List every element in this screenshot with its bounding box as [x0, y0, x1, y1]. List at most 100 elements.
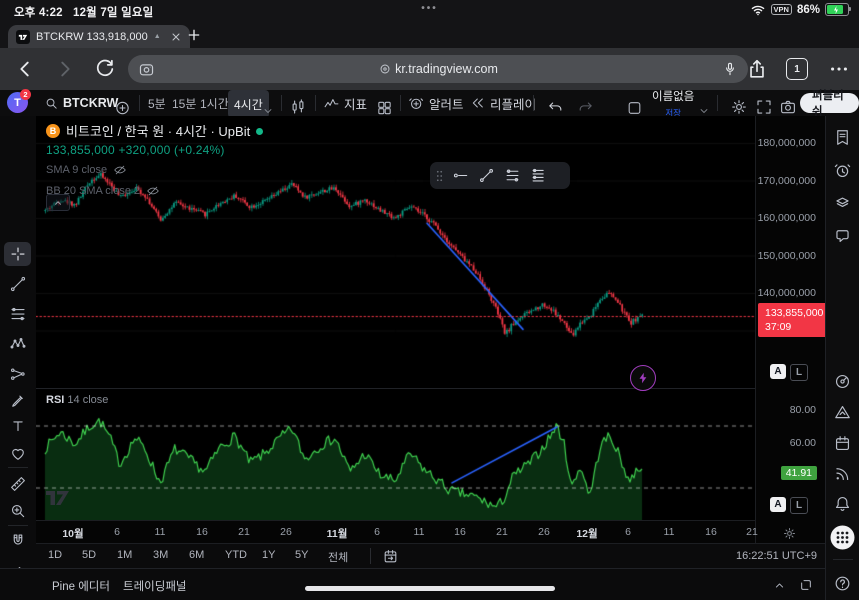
timeframe-15m[interactable]: 15분	[172, 90, 196, 116]
status-bar: 오후 4:22 12월 7일 일요일 ••• VPN 86%	[0, 0, 859, 22]
tab-switcher-icon[interactable]: 1	[786, 58, 808, 80]
pane-separator[interactable]	[36, 388, 825, 389]
share-icon[interactable]	[746, 58, 768, 80]
floating-favorites-toolbar[interactable]	[430, 162, 570, 189]
auto-scale-badge[interactable]: A	[770, 364, 786, 379]
trend-line-tool-icon[interactable]	[9, 275, 27, 293]
range-ytd[interactable]: YTD	[225, 549, 247, 561]
indicators-button[interactable]: 지표	[323, 90, 367, 116]
reload-icon[interactable]	[94, 58, 116, 80]
rsi-value-label: 41.91	[781, 466, 817, 480]
rsi-auto-scale-badge[interactable]: A	[770, 497, 786, 512]
url-text[interactable]: kr.tradingview.com	[155, 62, 722, 76]
notifications-bell-icon[interactable]	[833, 494, 852, 513]
lens-icon[interactable]	[138, 61, 155, 78]
replay-label: 리플레이	[490, 94, 536, 113]
voice-search-icon[interactable]	[722, 61, 738, 77]
bitcoin-icon: B	[46, 124, 60, 138]
price-axis[interactable]: 180,000,000 170,000,000 160,000,000 150,…	[755, 116, 826, 543]
omnibox[interactable]: kr.tradingview.com	[128, 55, 748, 83]
object-tree-layers-icon[interactable]	[833, 193, 852, 212]
go-to-date-icon[interactable]	[382, 548, 399, 565]
legend-collapse-button[interactable]	[46, 194, 70, 211]
replay-icon	[470, 95, 486, 111]
avatar[interactable]: T 2	[7, 92, 28, 113]
zoom-in-tool-icon[interactable]	[9, 502, 27, 520]
clock-timezone[interactable]: 16:22:51 UTC+9	[736, 550, 817, 562]
timeframe-5m[interactable]: 5분	[148, 90, 166, 116]
log-scale-badge[interactable]: L	[790, 364, 808, 381]
tab-close-icon[interactable]	[170, 31, 182, 43]
horizontal-line-tool-icon[interactable]	[452, 167, 469, 184]
battery-percent: 86%	[797, 4, 820, 16]
replay-button[interactable]: 리플레이	[470, 90, 536, 116]
rsi-legend[interactable]: RSI 14 close	[46, 394, 108, 406]
magnet-mode-icon[interactable]	[9, 532, 27, 550]
left-drawing-toolbar	[0, 116, 36, 600]
watchlist-icon[interactable]	[833, 128, 852, 147]
indicator-sma-row[interactable]: SMA 9 close	[46, 163, 263, 177]
instant-trading-bolt-button[interactable]	[630, 365, 656, 391]
last-price-label: 133,855,000 37:09	[758, 303, 831, 337]
layout-name-button[interactable]: 이름없음 저장	[652, 92, 694, 118]
calendar-icon[interactable]	[833, 434, 852, 453]
measure-ruler-tool-icon[interactable]	[9, 475, 27, 493]
back-icon[interactable]	[14, 58, 36, 80]
alerts-clock-icon[interactable]	[833, 161, 852, 180]
drag-handle-icon[interactable]	[436, 170, 443, 182]
range-5y[interactable]: 5Y	[295, 549, 308, 561]
forward-icon[interactable]	[54, 58, 76, 80]
crosshair-tool-icon[interactable]	[9, 245, 27, 263]
new-tab-icon[interactable]	[186, 27, 202, 43]
tab-trading-panel[interactable]: 트레이딩패널	[123, 578, 186, 594]
range-1y[interactable]: 1Y	[262, 549, 275, 561]
range-1d[interactable]: 1D	[48, 549, 62, 561]
indicators-label: 지표	[344, 94, 367, 113]
rsi-log-scale-badge[interactable]: L	[790, 497, 808, 514]
site-info-icon[interactable]	[379, 63, 391, 75]
forecast-tool-icon[interactable]	[9, 365, 27, 383]
fib-retracement-fav-icon[interactable]	[504, 167, 521, 184]
time-axis-label: 16	[705, 526, 717, 538]
time-axis-label: 21	[496, 526, 508, 538]
panel-maximize-icon[interactable]	[798, 577, 814, 593]
range-all[interactable]: 전체	[328, 549, 348, 565]
range-3m[interactable]: 3M	[153, 549, 168, 561]
symbol-search-button[interactable]: BTCKRW	[44, 90, 118, 116]
time-axis[interactable]: 10월61116212611월61116212612월6111621	[36, 520, 755, 544]
news-feed-icon[interactable]	[833, 464, 852, 483]
trend-line-fav-icon[interactable]	[478, 167, 495, 184]
eye-off-icon[interactable]	[146, 184, 160, 198]
brush-tool-icon[interactable]	[9, 392, 27, 410]
timeframe-1h[interactable]: 1시간	[200, 90, 229, 116]
screener-radar-icon[interactable]	[833, 372, 852, 391]
ideas-icon[interactable]	[833, 403, 852, 422]
range-5d[interactable]: 5D	[82, 549, 96, 561]
legend-title[interactable]: 비트코인 / 한국 원 · 4시간 · UpBit	[66, 125, 250, 138]
eye-off-icon[interactable]	[113, 163, 127, 177]
browser-tab[interactable]: BTCKRW 133,918,000 ▲	[8, 25, 190, 48]
text-tool-icon[interactable]	[9, 417, 27, 435]
panel-expand-chevron-icon[interactable]	[772, 578, 787, 593]
range-toolbar: 1D 5D 1M 3M 6M YTD 1Y 5Y 전체 16:22:51 UTC…	[36, 543, 825, 569]
axis-settings-gear-icon[interactable]	[782, 526, 797, 541]
range-1m[interactable]: 1M	[117, 549, 132, 561]
indicator-bb-row[interactable]: BB 20 SMA close 2	[46, 184, 263, 198]
apps-grid-icon[interactable]	[830, 525, 855, 550]
publish-button[interactable]: 퍼블리쉬	[800, 93, 859, 113]
fib-retracement-tool-icon[interactable]	[9, 305, 27, 323]
browser-menu-icon[interactable]	[828, 58, 850, 80]
xabcd-pattern-tool-icon[interactable]	[9, 335, 27, 353]
tab-pine-editor[interactable]: Pine 에디터	[52, 578, 110, 594]
time-axis-label: 16	[196, 526, 208, 538]
time-axis-label: 6	[114, 526, 120, 538]
trend-fib-extension-fav-icon[interactable]	[530, 167, 547, 184]
range-6m[interactable]: 6M	[189, 549, 204, 561]
chat-icon[interactable]	[833, 226, 852, 245]
home-indicator[interactable]	[305, 586, 555, 591]
rsi-chart-canvas[interactable]	[36, 388, 755, 520]
emoji-heart-tool-icon[interactable]	[9, 445, 27, 463]
help-icon[interactable]	[833, 574, 852, 593]
alert-button[interactable]: 알러트	[408, 90, 464, 116]
tab-bar: BTCKRW 133,918,000 ▲	[0, 22, 859, 48]
